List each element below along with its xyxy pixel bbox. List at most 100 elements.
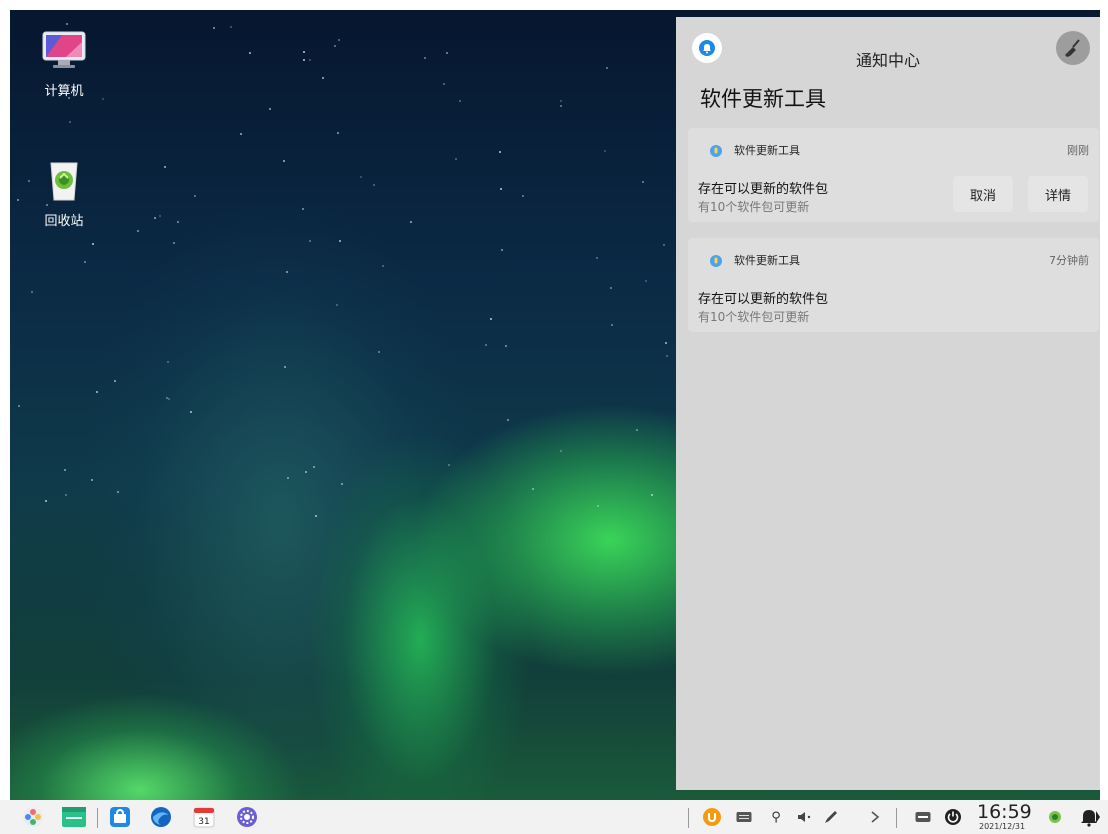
trash-icon [40, 160, 88, 201]
star [445, 51, 448, 54]
star [313, 465, 316, 468]
star [65, 22, 68, 25]
star [665, 354, 668, 357]
star [447, 464, 450, 467]
notification-bell-icon[interactable] [1078, 808, 1102, 827]
star [409, 220, 412, 223]
star [522, 194, 525, 197]
star [239, 132, 242, 135]
star [442, 82, 445, 85]
star [336, 131, 339, 134]
desktop-icon-label: 计算机 [44, 84, 84, 99]
star [603, 149, 606, 152]
star [335, 303, 338, 306]
expand-icon[interactable] [866, 808, 884, 826]
update-tool-icon [710, 255, 722, 267]
star [83, 260, 86, 263]
star [559, 104, 562, 107]
desktop-icon-label: 回收站 [44, 214, 84, 229]
star [303, 58, 306, 61]
notification-card[interactable]: 软件更新工具 7分钟前 存在可以更新的软件包 有10个软件包可更新 [688, 238, 1099, 332]
svg-text:31: 31 [198, 817, 209, 827]
broom-icon [1065, 39, 1080, 57]
cancel-button[interactable]: 取消 [953, 176, 1013, 212]
notification-title: 存在可以更新的软件包 [698, 292, 829, 307]
star [560, 99, 563, 102]
update-tool-icon [710, 145, 722, 157]
taskbar: 31 ⚲ 16:59 2021/12/31 [0, 800, 1108, 834]
star [611, 323, 614, 326]
star [64, 493, 67, 496]
star [305, 470, 308, 473]
notification-app-header: 软件更新工具 [708, 250, 800, 270]
file-manager-icon[interactable] [61, 804, 87, 830]
star [95, 390, 98, 393]
star [595, 256, 598, 259]
notification-center-panel: 通知中心 软件更新工具 软件更新工具 刚刚 存在可以更新的软件包 有10个软件包… [676, 17, 1100, 790]
star [136, 230, 139, 232]
input-method-icon[interactable] [914, 808, 932, 826]
desktop-icon-computer[interactable]: 计算机 [24, 30, 104, 99]
star [113, 379, 116, 382]
star [531, 487, 534, 490]
notification-group-title: 软件更新工具 [700, 87, 826, 111]
star [16, 199, 19, 202]
calendar-icon[interactable]: 31 [191, 804, 217, 830]
notification-title: 存在可以更新的软件包 [698, 182, 829, 197]
notification-app-name: 软件更新工具 [734, 254, 800, 267]
star [458, 99, 461, 102]
power-icon[interactable] [944, 808, 962, 826]
clock-date: 2021/12/31 [979, 822, 1026, 831]
update-icon[interactable] [702, 807, 722, 827]
star [499, 187, 502, 190]
usb-icon[interactable]: ⚲ [767, 808, 785, 826]
pen-icon[interactable] [822, 808, 840, 826]
start-menu-icon[interactable] [20, 804, 46, 830]
browser-icon[interactable] [148, 804, 174, 830]
star [268, 107, 271, 110]
star [423, 56, 426, 59]
notification-center-header: 通知中心 软件更新工具 [676, 17, 1100, 127]
star [645, 279, 648, 282]
notification-card[interactable]: 软件更新工具 刚刚 存在可以更新的软件包 有10个软件包可更新 取消 详情 [688, 128, 1099, 222]
screen-border-right [1100, 0, 1108, 834]
star [314, 514, 317, 517]
desktop-icon-trash[interactable]: 回收站 [24, 160, 104, 229]
star [117, 490, 120, 493]
star [321, 77, 324, 80]
notification-app-header: 软件更新工具 [708, 140, 800, 160]
notification-time: 7分钟前 [1049, 254, 1089, 267]
star [165, 396, 168, 399]
star [154, 216, 156, 219]
star [373, 183, 376, 186]
panel-title: 通知中心 [855, 51, 920, 70]
screen-border-top [0, 0, 1108, 10]
clock-time[interactable]: 16:59 [977, 802, 1032, 822]
star [606, 66, 609, 69]
taskbar-separator [688, 808, 689, 828]
star [17, 405, 20, 408]
star [63, 469, 66, 471]
star [498, 150, 501, 153]
computer-icon [40, 30, 88, 70]
details-button[interactable]: 详情 [1028, 176, 1088, 212]
taskbar-separator [896, 808, 897, 828]
keyboard-icon[interactable] [735, 808, 753, 826]
notification-app-name: 软件更新工具 [734, 144, 800, 157]
star [302, 51, 305, 54]
app-store-icon[interactable] [107, 804, 133, 830]
notification-body: 有10个软件包可更新 [698, 310, 810, 324]
star [489, 317, 492, 320]
clear-all-button[interactable] [1056, 31, 1090, 65]
star [164, 165, 166, 168]
security-icon[interactable] [1046, 808, 1064, 826]
screen-border-left [0, 0, 10, 834]
volume-icon[interactable] [796, 808, 814, 826]
taskbar-separator [97, 808, 98, 828]
notification-time: 刚刚 [1067, 144, 1089, 157]
star [662, 243, 665, 246]
notification-body: 有10个软件包可更新 [698, 200, 810, 214]
star [610, 286, 612, 289]
settings-icon[interactable] [234, 804, 260, 830]
star [91, 242, 94, 245]
